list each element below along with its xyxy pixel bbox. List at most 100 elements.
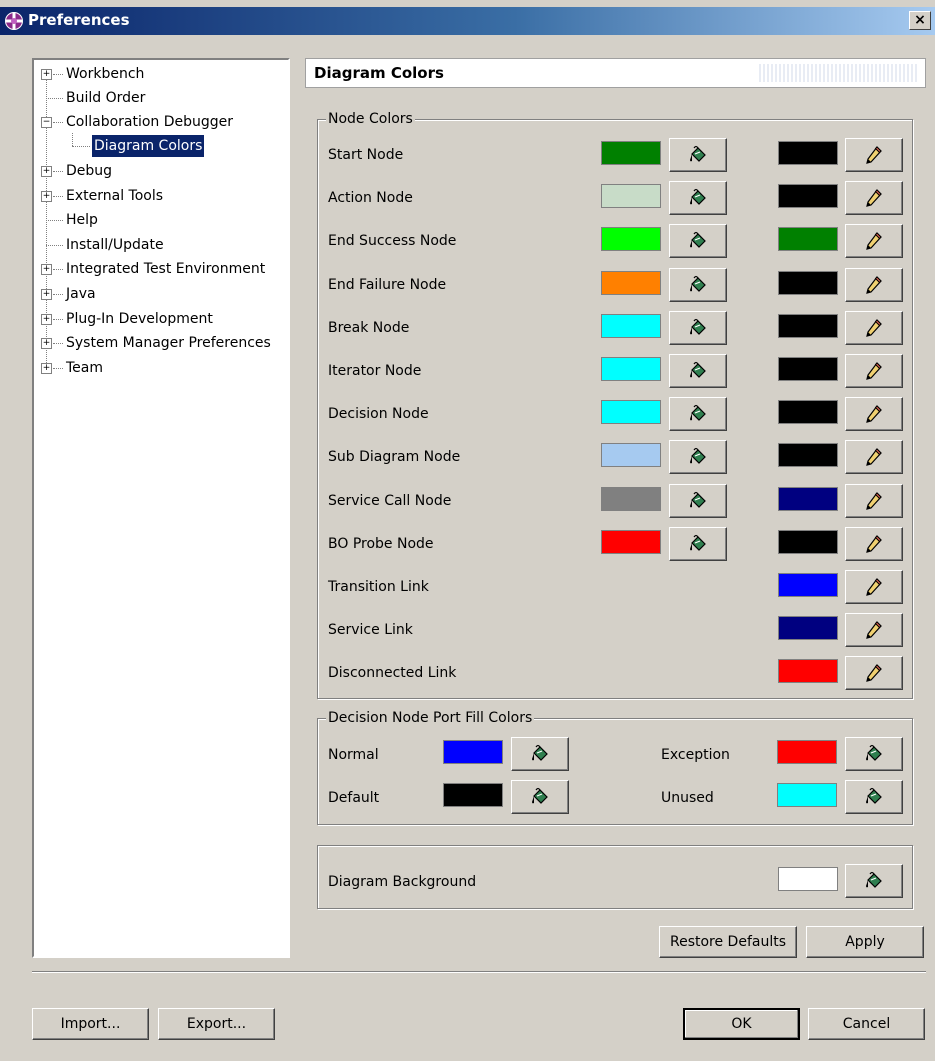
- bo-probe-node-fill-color-button[interactable]: [669, 527, 727, 561]
- ok-button[interactable]: OK: [683, 1008, 800, 1040]
- decision-node-fill-color-button[interactable]: [669, 397, 727, 431]
- expand-icon[interactable]: +: [41, 69, 52, 80]
- fill-color-icon: [690, 447, 706, 464]
- export-button[interactable]: Export...: [158, 1008, 275, 1040]
- window-title: Preferences: [28, 11, 130, 29]
- start-node-fill-swatch: [601, 141, 661, 165]
- pencil-icon: [866, 405, 882, 423]
- tree-branch-line: [72, 146, 90, 147]
- expand-icon[interactable]: +: [41, 338, 52, 349]
- tree-branch-line: [46, 220, 63, 221]
- break-node-fill-color-button[interactable]: [669, 311, 727, 345]
- port-exception-color-button[interactable]: [845, 737, 903, 771]
- fill-color-icon: [690, 491, 706, 508]
- port-default-swatch: [443, 783, 503, 807]
- decision-node-fill-swatch: [601, 400, 661, 424]
- fill-color-icon: [690, 231, 706, 248]
- tree-item-integrated-test-environment[interactable]: + Integrated Test Environment: [34, 258, 284, 280]
- expand-icon[interactable]: +: [41, 166, 52, 177]
- sub-diagram-node-line-color-button[interactable]: [845, 440, 903, 474]
- end-failure-node-fill-swatch: [601, 271, 661, 295]
- tree-branch-line: [53, 343, 63, 344]
- decision-node-line-swatch: [778, 400, 838, 424]
- apply-button[interactable]: Apply: [806, 926, 924, 958]
- service-call-node-fill-color-button[interactable]: [669, 484, 727, 518]
- disconnected-link-line-color-button[interactable]: [845, 656, 903, 690]
- port-unused-label: Unused: [661, 790, 714, 806]
- iterator-node-line-swatch: [778, 357, 838, 381]
- pencil-icon: [866, 492, 882, 510]
- port-default-color-button[interactable]: [511, 780, 569, 814]
- disconnected-link-line-swatch: [778, 659, 838, 683]
- expand-icon[interactable]: +: [41, 191, 52, 202]
- tree-branch-line: [53, 269, 63, 270]
- tree-item-external-tools[interactable]: + External Tools: [34, 185, 284, 207]
- bo-probe-node-line-swatch: [778, 530, 838, 554]
- end-failure-node-line-color-button[interactable]: [845, 268, 903, 302]
- preferences-tree[interactable]: + Workbench Build Order − Collaboration …: [32, 58, 290, 958]
- action-node-fill-swatch: [601, 184, 661, 208]
- break-node-line-color-button[interactable]: [845, 311, 903, 345]
- tree-label: Install/Update: [66, 237, 164, 253]
- sub-diagram-node-line-swatch: [778, 443, 838, 467]
- decision-node-label: Decision Node: [328, 406, 429, 422]
- iterator-node-fill-color-button[interactable]: [669, 354, 727, 388]
- pencil-icon: [866, 621, 882, 639]
- transition-link-line-color-button[interactable]: [845, 570, 903, 604]
- tree-item-help[interactable]: Help: [34, 209, 284, 231]
- service-call-node-line-color-button[interactable]: [845, 484, 903, 518]
- tree-item-plug-in-development[interactable]: + Plug-In Development: [34, 308, 284, 330]
- sub-diagram-node-label: Sub Diagram Node: [328, 449, 461, 465]
- start-node-line-color-button[interactable]: [845, 138, 903, 172]
- end-success-node-fill-color-button[interactable]: [669, 224, 727, 258]
- diagram-background-color-button[interactable]: [845, 864, 903, 898]
- tree-item-build-order[interactable]: Build Order: [34, 87, 284, 109]
- tree-label: Java: [66, 286, 96, 302]
- tree-item-collaboration-debugger[interactable]: − Collaboration Debugger: [34, 111, 284, 133]
- port-normal-color-button[interactable]: [511, 737, 569, 771]
- close-icon: ×: [914, 12, 926, 28]
- action-node-label: Action Node: [328, 190, 413, 206]
- restore-defaults-button[interactable]: Restore Defaults: [659, 926, 797, 958]
- tree-item-diagram-colors[interactable]: Diagram Colors: [34, 134, 284, 158]
- iterator-node-line-color-button[interactable]: [845, 354, 903, 388]
- sub-diagram-node-fill-swatch: [601, 443, 661, 467]
- pencil-icon: [866, 535, 882, 553]
- action-node-line-color-button[interactable]: [845, 181, 903, 215]
- end-failure-node-fill-color-button[interactable]: [669, 268, 727, 302]
- expand-icon[interactable]: +: [41, 264, 52, 275]
- iterator-node-fill-swatch: [601, 357, 661, 381]
- end-success-node-line-color-button[interactable]: [845, 224, 903, 258]
- decision-node-line-color-button[interactable]: [845, 397, 903, 431]
- tree-item-install-update[interactable]: Install/Update: [34, 234, 284, 256]
- tree-label: Help: [66, 212, 98, 228]
- port-unused-color-button[interactable]: [845, 780, 903, 814]
- pencil-icon: [866, 319, 882, 337]
- tree-branch-line: [53, 171, 63, 172]
- preferences-app-icon: [5, 12, 23, 30]
- close-button[interactable]: ×: [909, 11, 931, 30]
- start-node-fill-color-button[interactable]: [669, 138, 727, 172]
- import-button[interactable]: Import...: [32, 1008, 149, 1040]
- diagram-background-swatch: [778, 867, 838, 891]
- expand-icon[interactable]: +: [41, 289, 52, 300]
- tree-item-team[interactable]: + Team: [34, 357, 284, 379]
- fill-color-icon: [690, 145, 706, 162]
- collapse-icon[interactable]: −: [41, 117, 52, 128]
- expand-icon[interactable]: +: [41, 314, 52, 325]
- tree-item-debug[interactable]: + Debug: [34, 160, 284, 182]
- expand-icon[interactable]: +: [41, 363, 52, 374]
- bo-probe-node-line-color-button[interactable]: [845, 527, 903, 561]
- pencil-icon: [866, 276, 882, 294]
- tree-label: Build Order: [66, 90, 146, 106]
- service-link-line-color-button[interactable]: [845, 613, 903, 647]
- service-link-label: Service Link: [328, 622, 413, 638]
- port-normal-swatch: [443, 740, 503, 764]
- tree-item-workbench[interactable]: + Workbench: [34, 63, 284, 85]
- cancel-button[interactable]: Cancel: [808, 1008, 925, 1040]
- sub-diagram-node-fill-color-button[interactable]: [669, 440, 727, 474]
- tree-item-system-manager-preferences[interactable]: + System Manager Preferences: [34, 332, 284, 354]
- title-bar[interactable]: Preferences ×: [0, 7, 935, 35]
- tree-item-java[interactable]: + Java: [34, 283, 284, 305]
- action-node-fill-color-button[interactable]: [669, 181, 727, 215]
